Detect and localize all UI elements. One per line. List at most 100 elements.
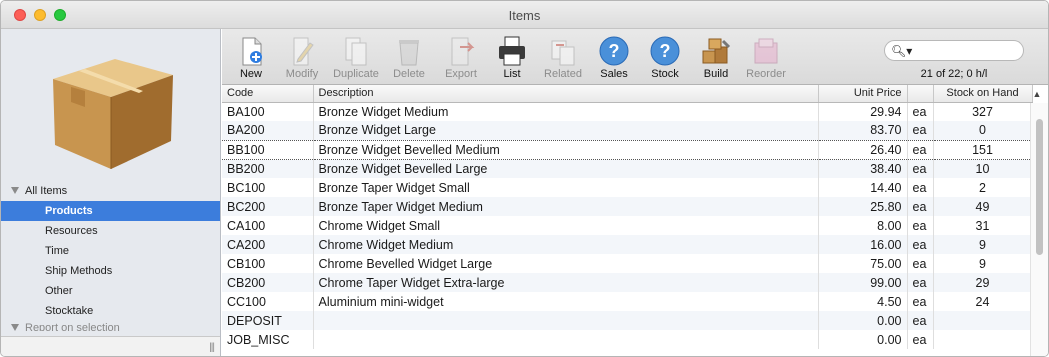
delete-button[interactable]: Delete: [384, 35, 434, 80]
sidebar-item-stocktake[interactable]: Stocktake: [1, 301, 220, 321]
search-icon[interactable]: 🔍︎▾: [891, 44, 912, 58]
svg-text:?: ?: [660, 41, 671, 61]
sidebar-item-ship-methods[interactable]: Ship Methods: [1, 261, 220, 281]
table-row[interactable]: CA200 Chrome Widget Medium 16.00 ea 9: [222, 235, 1033, 254]
trash-icon: [399, 40, 419, 66]
cell-code: BC100: [222, 178, 314, 197]
duplicate-button[interactable]: Duplicate: [331, 35, 381, 80]
vertical-scrollbar[interactable]: [1030, 103, 1048, 356]
cell-stock-on-hand: 327: [933, 102, 1033, 121]
help-icon: ?: [650, 36, 680, 66]
table-body: BA100 Bronze Widget Medium 29.94 ea 327 BA200…: [222, 102, 1033, 349]
button-label: Modify: [285, 68, 319, 80]
cell-unit-price: 83.70: [818, 121, 908, 140]
sidebar-item-time[interactable]: Time: [1, 241, 220, 261]
cell-unit-price: 99.00: [818, 273, 908, 292]
cell-code: BC200: [222, 197, 314, 216]
cell-code: BA100: [222, 102, 314, 121]
reorder-icon: [754, 38, 778, 64]
table-row[interactable]: BA200 Bronze Widget Large 83.70 ea 0: [222, 121, 1033, 140]
resize-grip-icon[interactable]: |||: [209, 342, 215, 353]
table-row[interactable]: DEPOSIT 0.00 ea: [222, 311, 1033, 330]
scrollbar-thumb[interactable]: [1036, 119, 1043, 255]
cell-unit-price: 16.00: [818, 235, 908, 254]
list-button[interactable]: List: [487, 35, 537, 80]
disclosure-triangle-icon[interactable]: [11, 324, 19, 331]
cell-description: Chrome Widget Medium: [313, 235, 819, 254]
source-list: All Items Products Resources Time Ship M…: [1, 181, 220, 331]
table-row[interactable]: CB200 Chrome Taper Widget Extra-large 99.0…: [222, 273, 1033, 292]
sort-ascending-icon[interactable]: ▲: [1029, 86, 1045, 103]
disclosure-triangle-icon[interactable]: [11, 187, 19, 194]
cell-description: Bronze Widget Bevelled Large: [313, 159, 819, 178]
reorder-button[interactable]: Reorder: [741, 35, 791, 80]
sidebar-item-label: Products: [45, 205, 93, 217]
cell-unit: ea: [907, 178, 934, 197]
sidebar-item-label: Time: [45, 245, 70, 257]
table-row[interactable]: BB200 Bronze Widget Bevelled Large 38.40 ea…: [222, 159, 1033, 178]
export-button[interactable]: Export: [436, 35, 486, 80]
items-table: Code Description Unit Price Stock on Han…: [222, 85, 1033, 349]
related-button[interactable]: Related: [538, 35, 588, 80]
search-field[interactable]: 🔍︎▾: [884, 40, 1024, 61]
cell-unit: ea: [907, 273, 934, 292]
cell-description: [313, 311, 819, 330]
table-row[interactable]: BA100 Bronze Widget Medium 29.94 ea 327: [222, 102, 1033, 121]
items-window: Items All Items Products Resources Time …: [0, 0, 1049, 357]
related-icon: [551, 40, 575, 66]
cell-unit: ea: [907, 330, 934, 349]
cell-description: Bronze Widget Bevelled Medium: [313, 139, 819, 160]
cell-stock-on-hand: [933, 330, 1033, 349]
group-report-on-selection[interactable]: Report on selection: [1, 321, 220, 331]
column-header-code[interactable]: Code: [222, 85, 314, 103]
table-row[interactable]: CB100 Chrome Bevelled Widget Large 75.00 ea…: [222, 254, 1033, 273]
table-row[interactable]: CA100 Chrome Widget Small 8.00 ea 31: [222, 216, 1033, 235]
sidebar-item-resources[interactable]: Resources: [1, 221, 220, 241]
cell-unit: ea: [907, 197, 934, 216]
sidebar-item-products[interactable]: Products: [1, 201, 220, 221]
cell-unit: ea: [907, 159, 934, 178]
cell-code: CB100: [222, 254, 314, 273]
cell-description: Chrome Bevelled Widget Large: [313, 254, 819, 273]
cell-code: BB200: [222, 159, 314, 178]
button-label: Delete: [393, 68, 425, 80]
column-header-unit-price[interactable]: Unit Price: [818, 85, 908, 103]
cell-description: Chrome Widget Small: [313, 216, 819, 235]
cell-unit: ea: [907, 311, 934, 330]
new-button[interactable]: New: [226, 35, 276, 80]
column-header-stock-on-hand[interactable]: Stock on Hand: [933, 85, 1033, 103]
sidebar-item-other[interactable]: Other: [1, 281, 220, 301]
cell-code: BA200: [222, 121, 314, 140]
group-all-items[interactable]: All Items: [1, 181, 220, 201]
cell-unit-price: 25.80: [818, 197, 908, 216]
button-label: Export: [445, 68, 477, 80]
cell-unit: ea: [907, 292, 934, 311]
help-icon: ?: [599, 36, 629, 66]
build-button[interactable]: Build: [691, 35, 741, 80]
button-label: Build: [703, 68, 729, 80]
table-row[interactable]: JOB_MISC 0.00 ea: [222, 330, 1033, 349]
column-header-unit[interactable]: [907, 85, 934, 103]
group-label: All Items: [25, 185, 68, 197]
cell-stock-on-hand: 49: [933, 197, 1033, 216]
modify-button[interactable]: Modify: [277, 35, 327, 80]
cell-unit-price: 14.40: [818, 178, 908, 197]
record-count: 21 of 22; 0 h/l: [920, 68, 988, 80]
cell-unit-price: 0.00: [818, 330, 908, 349]
cell-unit-price: 75.00: [818, 254, 908, 273]
sales-button[interactable]: ? Sales: [589, 35, 639, 80]
items-table-container: Code Description Unit Price Stock on Han…: [222, 85, 1048, 356]
printer-icon: [499, 36, 525, 66]
table-row[interactable]: CC100 Aluminium mini-widget 4.50 ea 24: [222, 292, 1033, 311]
sidebar-item-label: Stocktake: [45, 305, 94, 317]
column-header-description[interactable]: Description: [313, 85, 819, 103]
stock-button[interactable]: ? Stock: [640, 35, 690, 80]
sidebar-footer: |||: [1, 336, 220, 356]
title-bar: Items: [1, 1, 1048, 29]
sidebar-item-label: Ship Methods: [45, 265, 113, 277]
sidebar-item-label: Resources: [45, 225, 98, 237]
table-row[interactable]: BC200 Bronze Taper Widget Medium 25.80 ea 49: [222, 197, 1033, 216]
cell-code: BB100: [222, 139, 314, 160]
table-row[interactable]: BC100 Bronze Taper Widget Small 14.40 ea 2: [222, 178, 1033, 197]
table-row[interactable]: BB100 Bronze Widget Bevelled Medium 26.40 e…: [222, 139, 1033, 160]
